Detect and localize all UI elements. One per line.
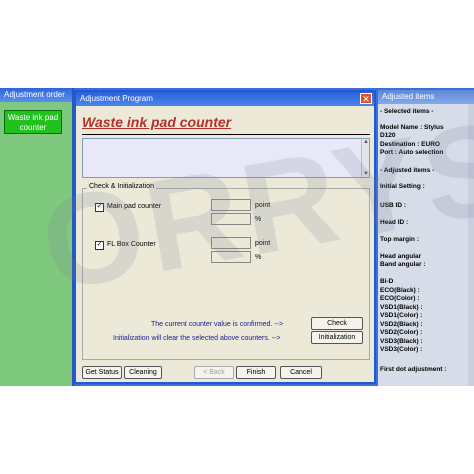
initialization-button[interactable]: Initialization [311, 331, 363, 344]
adjusted-item-line: VSD1(Black) : [380, 304, 423, 311]
main-pad-checkbox[interactable]: ✓ [95, 203, 104, 212]
adjusted-item-line: VSD2(Color) : [380, 329, 423, 336]
message-textarea[interactable]: ▲ ▼ [82, 138, 370, 178]
adjusted-item-line: Model Name : Stylus [380, 124, 444, 131]
adjusted-item-line: Top margin : [380, 236, 419, 243]
fl-box-checkbox[interactable]: ✓ [95, 241, 104, 250]
main-pad-point-unit: point [255, 202, 271, 209]
dialog-titlebar: Adjustment Program ✕ [76, 92, 374, 106]
fl-box-point-unit: point [255, 240, 271, 247]
waste-ink-pad-counter-item[interactable]: Waste ink pad counter [4, 110, 62, 134]
fl-box-percent-field [211, 251, 251, 263]
adjusted-item-line: Destination : EURO [380, 141, 440, 148]
adjusted-item-line: Initial Setting : [380, 183, 425, 190]
adjusted-item-line: USB ID : [380, 202, 406, 209]
adjustment-order-title: Adjustment order [0, 88, 72, 102]
adjusted-item-line: ECO(Color) : [380, 295, 420, 302]
cancel-button[interactable]: Cancel [280, 366, 322, 379]
adjusted-item-line: Bi-D [380, 278, 394, 285]
adjusted-item-line: Head ID : [380, 219, 409, 226]
heading-divider [82, 134, 370, 135]
adjusted-items-scrollbar[interactable] [468, 104, 474, 386]
adjustment-order-panel: Adjustment order Waste ink pad counter [0, 88, 74, 386]
scroll-down-icon[interactable]: ▼ [362, 171, 370, 177]
fl-box-percent-unit: % [255, 254, 262, 261]
page-title: Waste ink pad counter [82, 114, 232, 130]
adjusted-item-line: Port : Auto selection [380, 149, 444, 156]
group-label: Check & Initialization [87, 183, 156, 190]
get-status-button[interactable]: Get Status [82, 366, 122, 379]
adjusted-item-line: VSD2(Black) : [380, 321, 423, 328]
back-button[interactable]: < Back [194, 366, 234, 379]
adjusted-items-title: Adjusted items [378, 90, 474, 104]
dialog-title: Adjustment Program [80, 94, 153, 103]
adjusted-item-line: Band angular : [380, 261, 426, 268]
adjusted-items-panel: Adjusted items - Selected items - Model N… [378, 90, 474, 386]
main-pad-point-field [211, 199, 251, 211]
adjusted-item-line: D120 [380, 132, 396, 139]
finish-button[interactable]: Finish [236, 366, 276, 379]
adjustment-program-dialog: Adjustment Program ✕ Waste ink pad count… [74, 90, 376, 384]
adjusted-item-line: ECO(Black) : [380, 287, 420, 294]
scroll-up-icon[interactable]: ▲ [362, 139, 370, 145]
cleaning-button[interactable]: Cleaning [124, 366, 162, 379]
adjusted-item-line: - Adjusted items - [380, 167, 435, 174]
check-button[interactable]: Check [311, 317, 363, 330]
adjusted-item-line: VSD3(Color) : [380, 346, 423, 353]
main-pad-percent-field [211, 213, 251, 225]
adjusted-item-line: Head angular [380, 253, 422, 260]
fl-box-label: FL Box Counter [107, 241, 156, 248]
adjusted-item-line: - Selected items - [380, 108, 434, 115]
fl-box-point-field [211, 237, 251, 249]
close-icon[interactable]: ✕ [360, 93, 372, 104]
check-init-group: Check & Initialization ✓ Main pad counte… [82, 183, 370, 360]
init-message: Initialization will clear the selected a… [113, 335, 281, 342]
adjusted-item-line: First dot adjustment : [380, 366, 447, 373]
textarea-scrollbar[interactable]: ▲ ▼ [361, 139, 369, 177]
adjusted-item-line: VSD1(Color) : [380, 312, 423, 319]
main-pad-percent-unit: % [255, 216, 262, 223]
check-message: The current counter value is confirmed. … [151, 321, 284, 328]
adjusted-item-line: VSD3(Black) : [380, 338, 423, 345]
main-pad-label: Main pad counter [107, 203, 162, 210]
